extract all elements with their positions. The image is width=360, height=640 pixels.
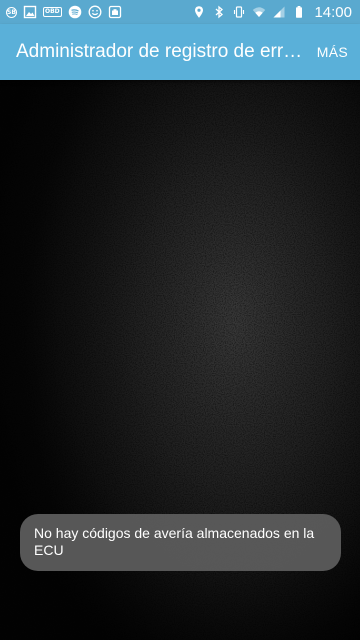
status-right-icons: 14:00 [192,4,352,21]
location-icon [192,5,206,19]
battery-icon [292,5,306,19]
camera-app-icon [108,5,122,19]
status-clock: 14:00 [314,3,352,21]
toast-message: No hay códigos de avería almacenados en … [20,514,341,571]
page-title: Administrador de registro de errores [16,41,303,62]
status-bar: SB OBD 14:00 [0,0,360,24]
status-left-icons: SB OBD [6,5,122,19]
gallery-icon [23,5,37,19]
vibrate-icon [232,5,246,19]
wifi-icon [252,5,266,19]
spotify-icon [68,5,82,19]
smiley-icon [88,5,102,19]
bluetooth-icon [212,5,226,19]
screen: SB OBD 14:00 Administrador de registro d… [0,0,360,640]
obd-icon: OBD [43,7,62,17]
sync-badge-icon: SB [6,6,17,18]
more-button[interactable]: MÁS [317,44,348,60]
signal-icon [272,5,286,19]
app-bar: Administrador de registro de errores MÁS [0,24,360,80]
